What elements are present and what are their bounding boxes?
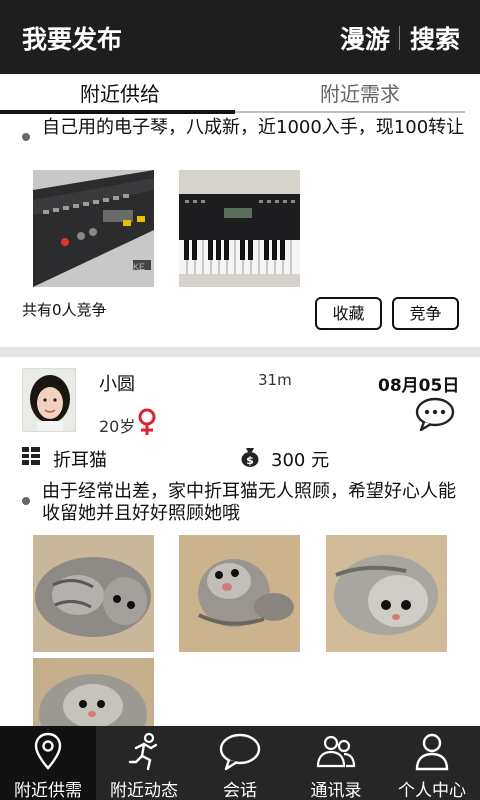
svg-text:KE: KE <box>133 262 145 272</box>
bottom-navigation: 附近供需 附近动态 会话 通讯录 个人中心 <box>0 726 480 800</box>
post-divider <box>0 347 480 357</box>
person-icon <box>415 733 449 771</box>
user-name[interactable]: 小圆 <box>99 370 135 396</box>
svg-text:$: $ <box>246 454 254 467</box>
nav-nearby-supply[interactable]: 附近供需 <box>0 726 96 800</box>
bullet-dot <box>22 133 30 141</box>
nav-profile[interactable]: 个人中心 <box>384 726 480 800</box>
location-pin-icon <box>34 732 62 770</box>
bullet-dot <box>22 497 30 505</box>
cat-photo-2[interactable] <box>179 535 300 652</box>
female-icon <box>138 408 156 435</box>
category-icon <box>22 447 40 465</box>
top-bar: 我要发布 漫游 搜索 <box>0 0 480 74</box>
user-age: 20岁 <box>99 417 136 436</box>
price: 300 元 <box>271 450 330 471</box>
distance: 31m <box>258 371 292 389</box>
tab-active-indicator <box>0 110 235 114</box>
favorite-button[interactable]: 收藏 <box>315 297 382 330</box>
cat-photo-1[interactable] <box>33 535 154 652</box>
cat-photo-3[interactable] <box>326 535 447 652</box>
compete-button[interactable]: 竞争 <box>392 297 459 330</box>
nav-label: 通讯录 <box>310 781 362 800</box>
category-label: 折耳猫 <box>53 450 107 471</box>
post-text: 由于经常出差，家中折耳猫无人照顾，希望好心人能收留她并且好好照顾她哦 <box>42 481 456 524</box>
chat-bubble-icon <box>219 733 261 771</box>
contacts-icon <box>316 735 356 768</box>
roam-button[interactable]: 漫游 <box>340 20 390 56</box>
tab-underline <box>235 111 465 113</box>
message-icon[interactable] <box>414 396 456 432</box>
nav-label: 会话 <box>223 781 257 800</box>
keyboard-photo-2[interactable] <box>179 170 300 287</box>
header-separator <box>399 26 400 50</box>
nav-nearby-activity[interactable]: 附近动态 <box>96 726 192 800</box>
nav-conversations[interactable]: 会话 <box>192 726 288 800</box>
nav-label: 附近供需 <box>14 781 82 800</box>
nav-label: 个人中心 <box>398 781 466 800</box>
publish-title[interactable]: 我要发布 <box>22 20 122 56</box>
nav-contacts[interactable]: 通讯录 <box>288 726 384 800</box>
keyboard-photo-1[interactable]: KE <box>33 170 154 287</box>
post-date: 08月05日 <box>378 376 460 396</box>
search-button[interactable]: 搜索 <box>410 20 460 56</box>
post-text: 自己用的电子琴，八成新，近1000入手，现100转让 <box>42 117 465 138</box>
running-person-icon <box>128 732 158 771</box>
avatar[interactable] <box>22 368 76 432</box>
nav-label: 附近动态 <box>110 781 178 800</box>
money-bag-icon: $ <box>241 448 259 467</box>
competitor-count: 共有0人竞争 <box>22 301 107 319</box>
